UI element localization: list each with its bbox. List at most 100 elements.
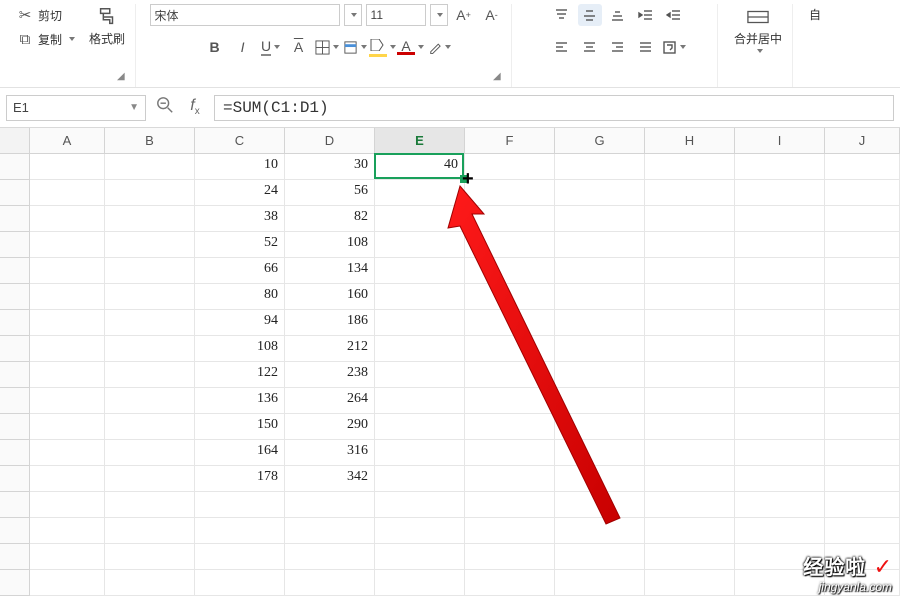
cell-B17[interactable]: [105, 570, 195, 596]
cell-E14[interactable]: [375, 492, 465, 518]
cell-H11[interactable]: [645, 414, 735, 440]
cell-F16[interactable]: [465, 544, 555, 570]
cell-J5[interactable]: [825, 258, 900, 284]
cell-C14[interactable]: [195, 492, 285, 518]
cell-C9[interactable]: 122: [195, 362, 285, 388]
cell-H17[interactable]: [645, 570, 735, 596]
cell-C6[interactable]: 80: [195, 284, 285, 310]
cell-C12[interactable]: 164: [195, 440, 285, 466]
cell-I14[interactable]: [735, 492, 825, 518]
cell-C17[interactable]: [195, 570, 285, 596]
cell-E11[interactable]: [375, 414, 465, 440]
column-header-C[interactable]: C: [195, 128, 285, 154]
name-box[interactable]: E1 ▼: [6, 95, 146, 121]
cell-C16[interactable]: [195, 544, 285, 570]
highlight-button[interactable]: [371, 36, 395, 58]
column-header-J[interactable]: J: [825, 128, 900, 154]
cell-J12[interactable]: [825, 440, 900, 466]
cell-F3[interactable]: [465, 206, 555, 232]
font-size-combo[interactable]: [366, 4, 426, 26]
merge-center-button[interactable]: 合并居中: [730, 4, 786, 55]
column-header-D[interactable]: D: [285, 128, 375, 154]
cell-D9[interactable]: 238: [285, 362, 375, 388]
column-header-B[interactable]: B: [105, 128, 195, 154]
clipboard-dialog-launcher-icon[interactable]: ◢: [117, 71, 129, 83]
cell-J13[interactable]: [825, 466, 900, 492]
cell-E2[interactable]: [375, 180, 465, 206]
cell-I9[interactable]: [735, 362, 825, 388]
cell-G2[interactable]: [555, 180, 645, 206]
underline-button[interactable]: U: [259, 36, 283, 58]
cell-G7[interactable]: [555, 310, 645, 336]
cell-D17[interactable]: [285, 570, 375, 596]
cell-F6[interactable]: [465, 284, 555, 310]
cell-E9[interactable]: [375, 362, 465, 388]
cell-C5[interactable]: 66: [195, 258, 285, 284]
cell-F12[interactable]: [465, 440, 555, 466]
cell-H15[interactable]: [645, 518, 735, 544]
cell-F8[interactable]: [465, 336, 555, 362]
cell-E7[interactable]: [375, 310, 465, 336]
cell-H4[interactable]: [645, 232, 735, 258]
shrink-font-button[interactable]: A-: [480, 4, 504, 26]
bold-button[interactable]: B: [203, 36, 227, 58]
cell-style-button[interactable]: [343, 36, 367, 58]
cell-I12[interactable]: [735, 440, 825, 466]
cell-I4[interactable]: [735, 232, 825, 258]
cell-H16[interactable]: [645, 544, 735, 570]
italic-button[interactable]: I: [231, 36, 255, 58]
cell-G12[interactable]: [555, 440, 645, 466]
row-header[interactable]: [0, 570, 30, 596]
cell-B9[interactable]: [105, 362, 195, 388]
cell-H13[interactable]: [645, 466, 735, 492]
cell-E12[interactable]: [375, 440, 465, 466]
cell-E16[interactable]: [375, 544, 465, 570]
row-header[interactable]: [0, 388, 30, 414]
cell-H7[interactable]: [645, 310, 735, 336]
cell-A3[interactable]: [30, 206, 105, 232]
cell-G10[interactable]: [555, 388, 645, 414]
row-header[interactable]: [0, 518, 30, 544]
increase-indent-button[interactable]: [662, 4, 686, 26]
align-left-button[interactable]: [550, 36, 574, 58]
row-header[interactable]: [0, 154, 30, 180]
cell-F5[interactable]: [465, 258, 555, 284]
cell-E5[interactable]: [375, 258, 465, 284]
cell-D4[interactable]: 108: [285, 232, 375, 258]
cell-A5[interactable]: [30, 258, 105, 284]
cell-J4[interactable]: [825, 232, 900, 258]
cell-A14[interactable]: [30, 492, 105, 518]
cell-B10[interactable]: [105, 388, 195, 414]
cell-B8[interactable]: [105, 336, 195, 362]
row-header[interactable]: [0, 232, 30, 258]
row-header[interactable]: [0, 466, 30, 492]
column-header-E[interactable]: E: [375, 128, 465, 154]
cell-I2[interactable]: [735, 180, 825, 206]
justify-button[interactable]: [634, 36, 658, 58]
cell-E13[interactable]: [375, 466, 465, 492]
cell-H9[interactable]: [645, 362, 735, 388]
cell-G1[interactable]: [555, 154, 645, 180]
cell-C15[interactable]: [195, 518, 285, 544]
column-header-F[interactable]: F: [465, 128, 555, 154]
cell-I15[interactable]: [735, 518, 825, 544]
row-header[interactable]: [0, 492, 30, 518]
select-all-corner[interactable]: [0, 128, 30, 154]
formula-input[interactable]: [214, 95, 894, 121]
column-header-H[interactable]: H: [645, 128, 735, 154]
cell-H1[interactable]: [645, 154, 735, 180]
row-header[interactable]: [0, 336, 30, 362]
cell-C7[interactable]: 94: [195, 310, 285, 336]
cell-J6[interactable]: [825, 284, 900, 310]
cell-C10[interactable]: 136: [195, 388, 285, 414]
cell-D2[interactable]: 56: [285, 180, 375, 206]
decrease-indent-button[interactable]: [634, 4, 658, 26]
align-middle-button[interactable]: [578, 4, 602, 26]
column-header-I[interactable]: I: [735, 128, 825, 154]
cell-J3[interactable]: [825, 206, 900, 232]
chevron-down-icon[interactable]: ▼: [129, 102, 139, 113]
cell-B12[interactable]: [105, 440, 195, 466]
align-bottom-button[interactable]: [606, 4, 630, 26]
cell-G16[interactable]: [555, 544, 645, 570]
cell-C1[interactable]: 10: [195, 154, 285, 180]
